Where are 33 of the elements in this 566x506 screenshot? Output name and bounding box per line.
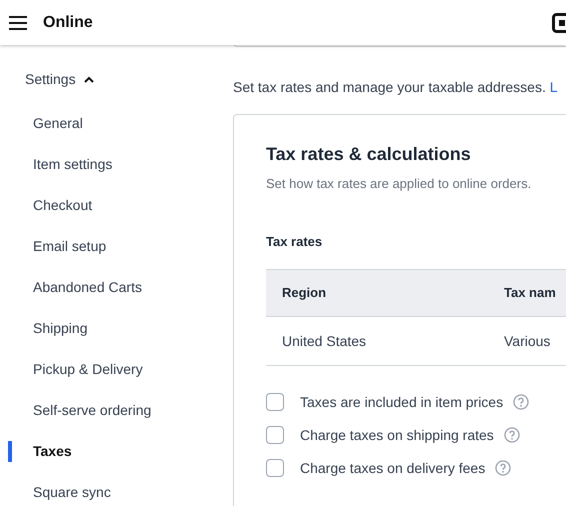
checkbox-label: Taxes are included in item prices — [300, 392, 504, 412]
settings-toggle[interactable]: Settings — [25, 69, 94, 90]
table-cell-text: Various — [504, 332, 552, 350]
section-heading: Tax rates — [266, 232, 324, 250]
intro-text: Set tax rates and manage your taxable addresses. L — [233, 78, 559, 97]
sidebar-item[interactable]: Abandoned Carts — [33, 277, 142, 298]
table-cell-text: United States — [282, 332, 368, 350]
logo-icon — [552, 12, 566, 32]
help-icon[interactable] — [504, 427, 520, 443]
sidebar-item[interactable]: Pickup & Delivery — [33, 359, 143, 380]
sidebar-item[interactable]: Shipping — [33, 318, 88, 339]
sidebar-item[interactable]: Taxes — [33, 441, 72, 462]
sidebar-item[interactable]: Checkout — [33, 195, 92, 216]
sidebar-item[interactable]: Item settings — [33, 154, 112, 175]
help-icon[interactable] — [513, 394, 530, 410]
sidebar-item[interactable]: Email setup — [33, 236, 106, 257]
column-header: Tax nam — [504, 284, 557, 302]
column-header: Region — [282, 284, 328, 302]
checkbox[interactable] — [266, 393, 284, 411]
chevron-icon — [84, 76, 94, 83]
learn-more-link[interactable]: L — [550, 79, 558, 95]
menu-icon[interactable] — [9, 16, 27, 30]
card-subtitle: Set how tax rates are applied to online orders. — [266, 175, 532, 193]
app-title: Online — [43, 12, 93, 32]
checkbox-label: Charge taxes on shipping rates — [300, 426, 494, 445]
help-icon[interactable] — [495, 460, 512, 476]
sidebar-item[interactable]: General — [33, 113, 83, 134]
sidebar-item[interactable]: Self-serve ordering — [33, 400, 152, 421]
checkbox[interactable] — [266, 426, 284, 444]
card-title: Tax rates & calculations — [266, 143, 472, 166]
checkbox-label: Charge taxes on delivery fees — [300, 458, 486, 478]
sidebar-item[interactable]: Square sync — [33, 482, 111, 503]
checkbox[interactable] — [266, 459, 284, 477]
